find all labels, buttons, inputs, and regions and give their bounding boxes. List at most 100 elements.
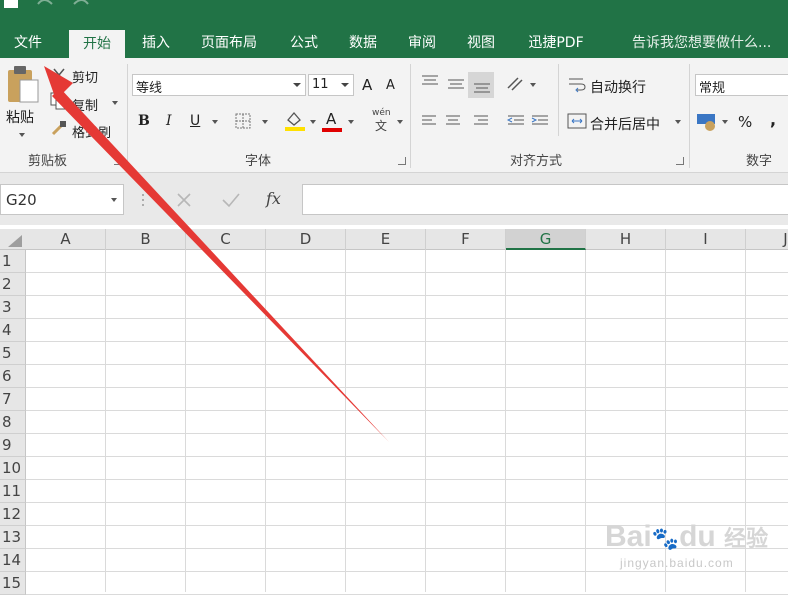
- column-header-c[interactable]: C: [186, 229, 266, 250]
- row-header-11[interactable]: 11: [0, 480, 26, 503]
- tell-me-box[interactable]: 告诉我您想要做什么...: [632, 28, 771, 58]
- insert-function-button[interactable]: fx: [266, 189, 281, 208]
- font-name-value: 等线: [136, 81, 163, 96]
- font-launcher-icon[interactable]: [398, 157, 406, 165]
- borders-dropdown-icon[interactable]: [262, 120, 268, 124]
- row-header-1[interactable]: 1: [0, 250, 26, 273]
- format-painter-button[interactable]: 格式刷: [72, 122, 111, 141]
- undo-redo-icon[interactable]: [34, 0, 94, 10]
- grid-row-line: [26, 295, 788, 296]
- chevron-down-icon[interactable]: [293, 83, 301, 87]
- paste-icon[interactable]: [6, 66, 40, 104]
- grid-row-line: [26, 410, 788, 411]
- orientation-dropdown-icon[interactable]: [530, 83, 536, 87]
- shrink-font-button[interactable]: A: [386, 78, 395, 93]
- orientation-icon[interactable]: [504, 74, 530, 94]
- copy-button[interactable]: 复制: [72, 95, 98, 114]
- phonetic-dropdown-icon[interactable]: [397, 120, 403, 124]
- row-header-10[interactable]: 10: [0, 457, 26, 480]
- tab-view[interactable]: 视图: [456, 28, 506, 58]
- group-separator: [558, 64, 559, 136]
- save-icon[interactable]: [2, 0, 22, 10]
- cut-button[interactable]: 剪切: [72, 67, 98, 86]
- column-header-b[interactable]: B: [106, 229, 186, 250]
- row-header-14[interactable]: 14: [0, 549, 26, 572]
- column-header-g[interactable]: G: [506, 229, 586, 250]
- fill-color-icon[interactable]: [284, 110, 306, 132]
- watermark-brand2: du: [679, 520, 716, 553]
- column-header-h[interactable]: H: [586, 229, 666, 250]
- currency-dropdown-icon[interactable]: [722, 120, 728, 124]
- row-header-2[interactable]: 2: [0, 273, 26, 296]
- tab-review[interactable]: 审阅: [398, 28, 446, 58]
- row-header-7[interactable]: 7: [0, 388, 26, 411]
- underline-button[interactable]: U: [190, 113, 200, 129]
- column-header-f[interactable]: F: [426, 229, 506, 250]
- row-header-8[interactable]: 8: [0, 411, 26, 434]
- drag-handle-icon[interactable]: [140, 192, 146, 208]
- grid-column-line: [585, 250, 586, 592]
- percent-button[interactable]: %: [738, 113, 752, 131]
- grow-font-button[interactable]: A: [362, 76, 372, 94]
- tab-page-layout[interactable]: 页面布局: [190, 28, 268, 58]
- paste-dropdown-icon[interactable]: [19, 133, 25, 137]
- bold-button[interactable]: B: [138, 113, 150, 129]
- tab-insert[interactable]: 插入: [130, 28, 182, 58]
- clipboard-launcher-icon[interactable]: [114, 157, 122, 165]
- row-header-12[interactable]: 12: [0, 503, 26, 526]
- grid-row-line: [26, 433, 788, 434]
- currency-icon[interactable]: [696, 112, 718, 132]
- tab-xunjie-pdf[interactable]: 迅捷PDF: [516, 28, 596, 58]
- enter-check-icon[interactable]: [220, 190, 242, 210]
- paste-button[interactable]: 粘贴: [6, 107, 34, 127]
- merge-center-icon: [567, 113, 587, 129]
- chevron-down-icon[interactable]: [341, 83, 349, 87]
- font-name-combo[interactable]: 等线: [132, 74, 306, 96]
- font-color-swatch: [322, 128, 342, 132]
- alignment-launcher-icon[interactable]: [676, 157, 684, 165]
- formula-input[interactable]: [302, 184, 788, 215]
- select-all-icon[interactable]: [6, 233, 24, 247]
- copy-dropdown-icon[interactable]: [112, 101, 118, 105]
- vertical-align-icons[interactable]: [418, 72, 498, 98]
- tab-formulas[interactable]: 公式: [280, 28, 328, 58]
- phonetic-guide-button[interactable]: 文: [375, 117, 387, 134]
- number-format-combo[interactable]: 常规: [695, 74, 788, 96]
- horizontal-align-icons[interactable]: [418, 112, 498, 130]
- fill-color-dropdown-icon[interactable]: [310, 120, 316, 124]
- column-header-a[interactable]: A: [26, 229, 106, 250]
- tab-home[interactable]: 开始: [69, 30, 125, 58]
- grid-row-line: [26, 387, 788, 388]
- column-header-j[interactable]: J: [746, 229, 788, 250]
- italic-button[interactable]: I: [166, 113, 172, 129]
- borders-icon[interactable]: [234, 112, 254, 130]
- grid-row-line: [26, 456, 788, 457]
- row-header-13[interactable]: 13: [0, 526, 26, 549]
- title-bar: [0, 0, 788, 28]
- merge-dropdown-icon[interactable]: [675, 120, 681, 124]
- row-header-3[interactable]: 3: [0, 296, 26, 319]
- column-header-i[interactable]: I: [666, 229, 746, 250]
- underline-dropdown-icon[interactable]: [212, 120, 218, 124]
- merge-center-button[interactable]: 合并后居中: [590, 114, 660, 134]
- grid-row-line: [26, 318, 788, 319]
- column-header-e[interactable]: E: [346, 229, 426, 250]
- ribbon-tab-bar: 文件 开始 插入 页面布局 公式 数据 审阅 视图 迅捷PDF 告诉我您想要做什…: [0, 28, 788, 79]
- name-box[interactable]: G20: [0, 184, 124, 215]
- column-header-d[interactable]: D: [266, 229, 346, 250]
- indent-icons[interactable]: [504, 112, 554, 130]
- name-box-dropdown-icon[interactable]: [111, 198, 117, 202]
- row-header-6[interactable]: 6: [0, 365, 26, 388]
- tab-data[interactable]: 数据: [338, 28, 388, 58]
- grid-row-line: [26, 502, 788, 503]
- row-header-4[interactable]: 4: [0, 319, 26, 342]
- row-header-9[interactable]: 9: [0, 434, 26, 457]
- tab-file[interactable]: 文件: [0, 28, 56, 58]
- comma-button[interactable]: ,: [770, 110, 776, 129]
- row-header-5[interactable]: 5: [0, 342, 26, 365]
- font-color-dropdown-icon[interactable]: [348, 120, 354, 124]
- cancel-icon[interactable]: [174, 190, 194, 210]
- wrap-text-button[interactable]: 自动换行: [590, 77, 646, 97]
- font-color-button[interactable]: A: [326, 110, 336, 128]
- font-size-combo[interactable]: 11: [308, 74, 354, 96]
